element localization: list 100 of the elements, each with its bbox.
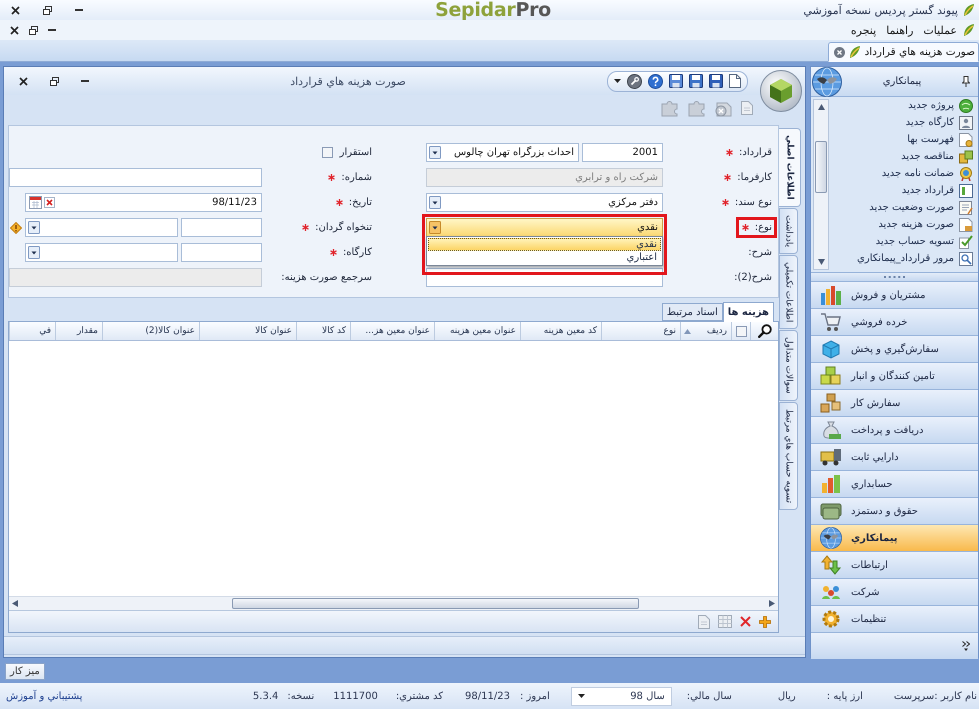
box-icon[interactable] bbox=[820, 339, 842, 359]
nav-button[interactable]: سفارش كار bbox=[811, 390, 978, 417]
column-header[interactable]: عنوان كالا bbox=[199, 322, 296, 340]
task-link[interactable]: قرارداد جديد bbox=[829, 182, 973, 199]
nav-button[interactable]: حسابداري bbox=[811, 471, 978, 498]
side-tab[interactable]: تسويه حساب هاي مرتبط bbox=[779, 402, 798, 510]
code-field[interactable] bbox=[181, 243, 262, 262]
task-link[interactable]: پروژه جديد bbox=[829, 97, 973, 114]
scroll-right-icon[interactable] bbox=[768, 600, 775, 607]
task-link[interactable]: كارگاه جديد bbox=[829, 114, 973, 131]
nav-button[interactable]: پيمانكاري bbox=[811, 525, 978, 552]
cart-icon[interactable] bbox=[820, 312, 842, 332]
task-link[interactable]: مرور قرارداد_پيمانكاري bbox=[829, 250, 973, 267]
close-icon[interactable] bbox=[10, 26, 19, 34]
task-link[interactable]: تسويه حساب جديد bbox=[829, 233, 973, 250]
grid-tab[interactable]: هزينه ها bbox=[722, 302, 774, 322]
dropdown-arrow-icon[interactable] bbox=[614, 79, 621, 83]
banknotes-icon[interactable] bbox=[820, 501, 842, 521]
truck-icon[interactable] bbox=[820, 447, 842, 467]
scroll-thumb[interactable] bbox=[815, 141, 827, 193]
document-icon[interactable] bbox=[959, 132, 973, 146]
side-tab[interactable]: يادداشت bbox=[779, 208, 798, 254]
task-link[interactable]: مناقصه جديد bbox=[829, 148, 973, 165]
document-tab[interactable]: صورت هزينه هاي قرارداد bbox=[828, 42, 979, 62]
save-icon[interactable] bbox=[709, 74, 723, 88]
caret-down-icon[interactable] bbox=[28, 221, 40, 234]
column-header[interactable]: رديف bbox=[680, 322, 731, 340]
caret-down-icon[interactable] bbox=[429, 146, 441, 159]
dropdown-arrow-icon[interactable] bbox=[578, 694, 585, 698]
combo-box[interactable]: دفتر مركزي bbox=[426, 193, 663, 212]
save-icon[interactable] bbox=[689, 74, 703, 88]
column-header[interactable]: نوع bbox=[601, 322, 680, 340]
nav-button[interactable]: دريافت و پرداخت bbox=[811, 417, 978, 444]
nav-button[interactable]: تنظيمات bbox=[811, 606, 978, 633]
check-icon[interactable] bbox=[959, 234, 973, 248]
task-link[interactable]: فهرست بها bbox=[829, 131, 973, 148]
checkbox[interactable] bbox=[736, 326, 746, 336]
column-header[interactable]: عنوان معين هز... bbox=[350, 322, 434, 340]
delete-icon[interactable] bbox=[740, 616, 751, 627]
scroll-left-icon[interactable] bbox=[12, 600, 19, 607]
nav-button[interactable]: خرده فروشي bbox=[811, 309, 978, 336]
caret-down-icon[interactable] bbox=[429, 196, 441, 209]
add-icon[interactable] bbox=[759, 616, 771, 628]
nav-button[interactable]: شركت bbox=[811, 579, 978, 606]
medal-icon[interactable] bbox=[959, 166, 973, 180]
task-link[interactable]: صورت هزينه جديد bbox=[829, 216, 973, 233]
column-header[interactable]: كد معين هزينه bbox=[520, 322, 601, 340]
menu-item[interactable]: عمليات bbox=[919, 21, 961, 39]
save-icon[interactable] bbox=[669, 74, 683, 88]
caret-down-icon[interactable] bbox=[28, 246, 40, 259]
nav-button[interactable]: ارتباطات bbox=[811, 552, 978, 579]
close-icon[interactable] bbox=[19, 76, 28, 86]
task-link[interactable]: ضمانت نامه جديد bbox=[829, 165, 973, 182]
nav-button[interactable]: حقوق و دستمزد bbox=[811, 498, 978, 525]
column-header[interactable]: في bbox=[9, 322, 55, 340]
id-card-icon[interactable] bbox=[959, 116, 973, 130]
boxes-icon[interactable] bbox=[820, 366, 842, 386]
restore-icon[interactable] bbox=[43, 6, 52, 14]
combo-box[interactable]: احداث بزرگراه تهران چالوس bbox=[426, 143, 579, 162]
horizontal-scrollbar[interactable] bbox=[9, 596, 778, 610]
document-icon[interactable] bbox=[959, 184, 973, 198]
grid-tab[interactable]: اسناد مرتبط bbox=[662, 303, 723, 321]
restore-icon[interactable] bbox=[50, 76, 59, 86]
side-tab[interactable]: سوالات متداول bbox=[779, 330, 798, 401]
scroll-thumb[interactable] bbox=[232, 598, 639, 609]
search-icon[interactable] bbox=[758, 324, 772, 338]
notepad-icon[interactable] bbox=[959, 200, 973, 214]
nav-button[interactable]: دارايي ثابت bbox=[811, 444, 978, 471]
text-field[interactable] bbox=[9, 168, 262, 187]
arrows-icon[interactable] bbox=[820, 555, 842, 575]
side-tab[interactable]: اطلاعات اصلي bbox=[779, 128, 801, 207]
calendar-icon[interactable] bbox=[29, 196, 42, 209]
year-dropdown[interactable]: سال 98 bbox=[570, 686, 672, 706]
checkbox[interactable] bbox=[322, 147, 333, 158]
support-link[interactable]: پشتيباني و آموزش bbox=[6, 690, 82, 702]
column-header[interactable]: مقدار bbox=[55, 322, 102, 340]
help-icon[interactable] bbox=[648, 74, 663, 88]
nav-button[interactable]: سفارش‌گيري و پخش bbox=[811, 336, 978, 363]
nav-button[interactable]: تامين كنندگان و انبار bbox=[811, 363, 978, 390]
column-header[interactable]: عنوان كالا(2) bbox=[102, 322, 199, 340]
date-field[interactable]: 98/11/23 bbox=[25, 193, 262, 212]
bar-chart-icon[interactable] bbox=[820, 285, 842, 305]
clear-icon[interactable] bbox=[44, 197, 55, 208]
code-field[interactable]: 2001 bbox=[582, 143, 663, 162]
column-header[interactable]: كد كالا bbox=[296, 322, 350, 340]
wrench-icon[interactable] bbox=[627, 74, 642, 88]
code-field[interactable] bbox=[181, 218, 262, 237]
menu-item[interactable]: راهنما bbox=[882, 21, 918, 39]
combo-box[interactable]: نقدي bbox=[426, 218, 663, 237]
pin-icon[interactable] bbox=[962, 76, 970, 87]
double-chevron-icon[interactable] bbox=[962, 641, 970, 651]
boxes-icon[interactable] bbox=[820, 393, 842, 413]
globe-icon[interactable] bbox=[959, 98, 973, 112]
menu-item[interactable]: پنجره bbox=[846, 21, 880, 39]
close-icon[interactable] bbox=[11, 6, 20, 14]
dropdown-option[interactable]: نقدي bbox=[428, 238, 661, 251]
desktop-button[interactable]: ميز كار bbox=[5, 663, 45, 680]
bar-chart-icon[interactable] bbox=[820, 474, 842, 494]
document-icon[interactable] bbox=[959, 218, 973, 232]
vertical-scrollbar[interactable] bbox=[813, 99, 829, 270]
